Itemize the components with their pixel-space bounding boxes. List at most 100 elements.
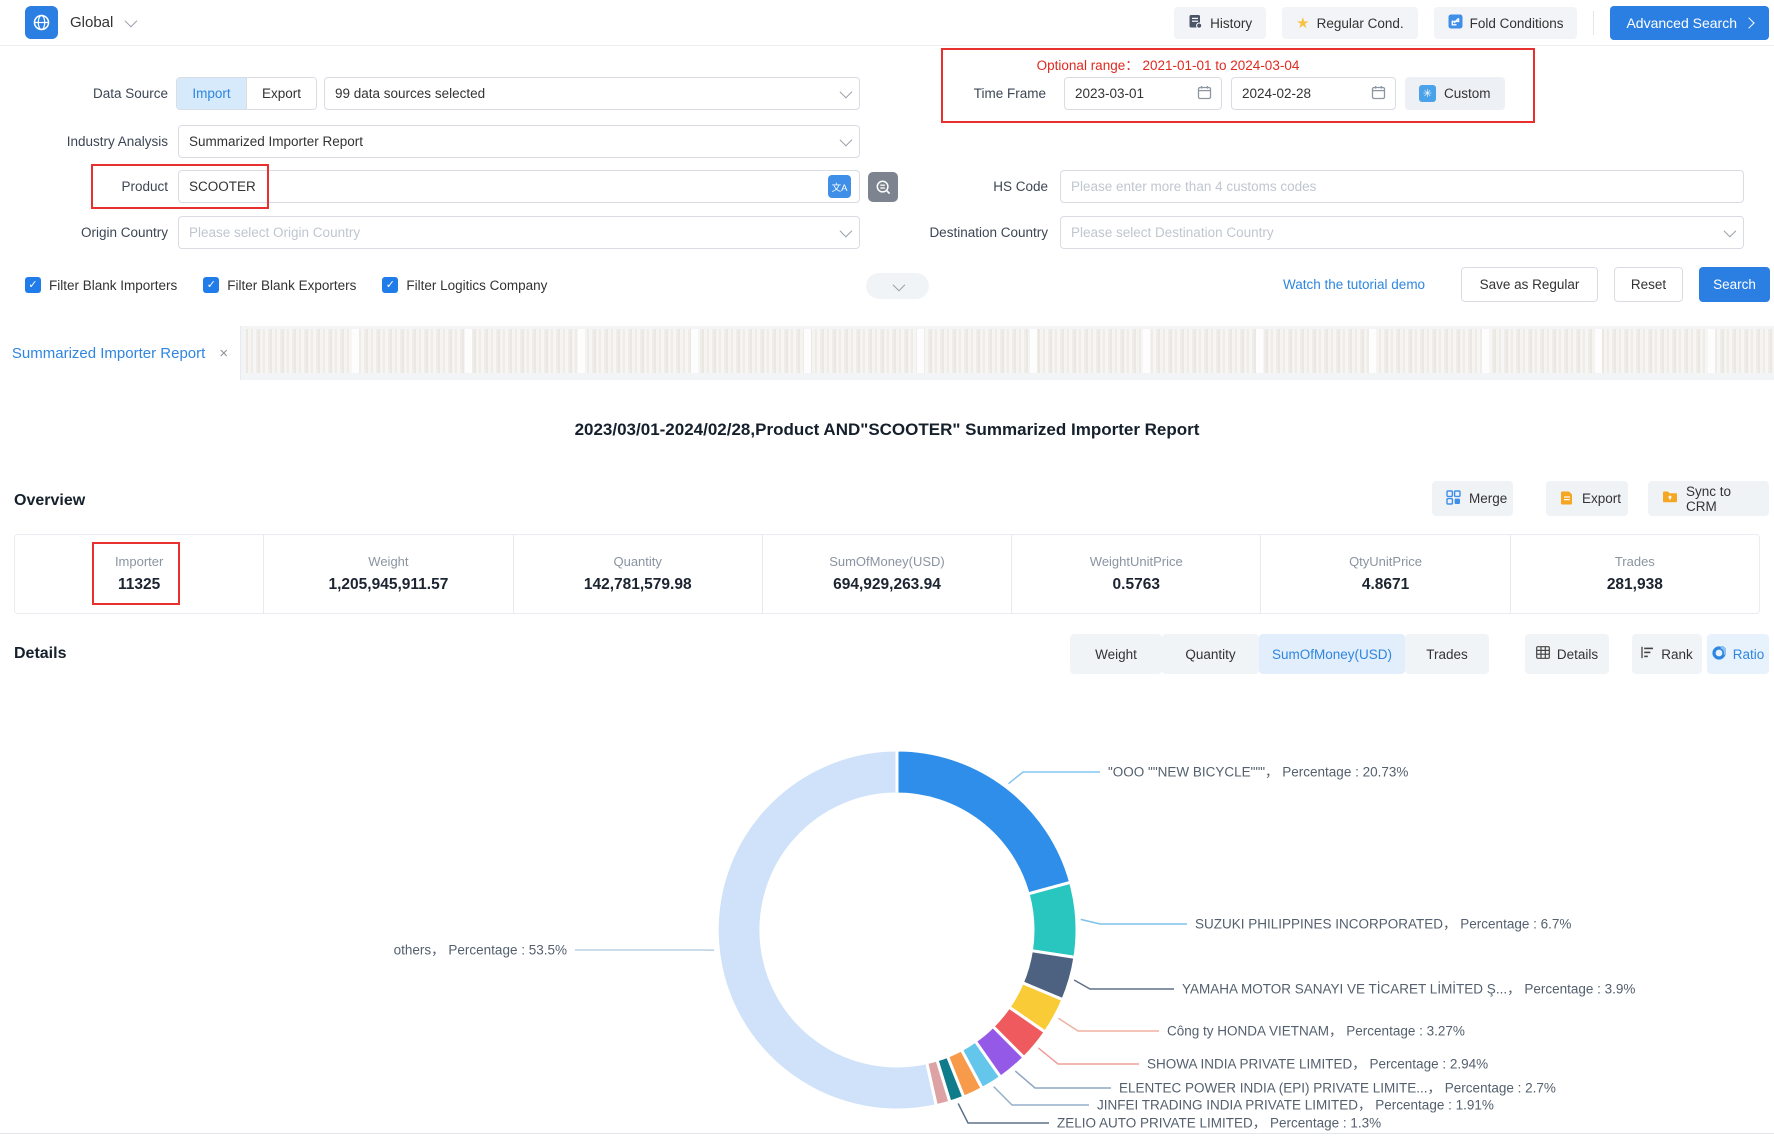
chart-label-0: "OOO ""NEW BICYCLE"""， Percentage : 20.7… — [1108, 765, 1408, 780]
details-heading: Details — [14, 645, 66, 663]
merge-button[interactable]: Merge — [1432, 481, 1513, 516]
checkbox-label: Filter Blank Exporters — [227, 278, 356, 293]
origin-country-select[interactable]: Please select Origin Country — [178, 216, 860, 249]
view-tab-details[interactable]: Details — [1525, 634, 1609, 674]
chart-label-3: Công ty HONDA VIETNAM， Percentage : 3.27… — [1167, 1024, 1465, 1039]
view-tab-label: Rank — [1661, 647, 1693, 662]
tab-summarized-importer-report[interactable]: Summarized Importer Report × — [0, 326, 241, 380]
stat-weight: Weight 1,205,945,911.57 — [263, 535, 512, 613]
chart-leader-line-3 — [1058, 1018, 1159, 1031]
advanced-search-button[interactable]: Advanced Search — [1610, 6, 1769, 40]
search-button[interactable]: Search — [1699, 267, 1770, 302]
view-tab-ratio[interactable]: Ratio — [1707, 634, 1769, 674]
checkbox-filter-logitics-company[interactable]: ✓ Filter Logitics Company — [382, 277, 547, 293]
filter-checkbox-row: ✓ Filter Blank Importers ✓ Filter Blank … — [25, 277, 547, 293]
stat-label: Quantity — [613, 554, 661, 569]
exact-match-search-icon[interactable] — [868, 172, 898, 202]
translate-icon[interactable]: 文A — [828, 175, 851, 198]
chevron-down-icon — [1724, 225, 1737, 238]
donut-slice-1[interactable] — [1028, 882, 1077, 957]
sync-to-crm-button[interactable]: Sync to CRM — [1648, 481, 1769, 516]
chart-label-4: SHOWA INDIA PRIVATE LIMITED， Percentage … — [1147, 1057, 1488, 1072]
chart-label-6: JINFEI TRADING INDIA PRIVATE LIMITED， Pe… — [1097, 1098, 1494, 1113]
collapse-conditions-button[interactable] — [866, 273, 929, 299]
industry-analysis-value: Summarized Importer Report — [179, 134, 840, 149]
stat-label: SumOfMoney(USD) — [829, 554, 945, 569]
stat-value: 0.5763 — [1113, 576, 1160, 594]
time-frame-label: Time Frame — [898, 77, 1046, 110]
tab-title: Summarized Importer Report — [12, 345, 205, 362]
stat-value: 4.8671 — [1362, 576, 1409, 594]
region-selector[interactable]: Global — [25, 6, 134, 39]
app-root: Global History ★ Regular Cond. Fold Cond… — [0, 0, 1774, 1139]
checkbox-filter-blank-exporters[interactable]: ✓ Filter Blank Exporters — [203, 277, 356, 293]
export-button[interactable]: Export — [1546, 481, 1628, 516]
import-tab[interactable]: Import — [177, 78, 246, 109]
report-title: 2023/03/01-2024/02/28,Product AND"SCOOTE… — [0, 420, 1774, 440]
export-label: Export — [1582, 491, 1621, 506]
fold-conditions-label: Fold Conditions — [1470, 16, 1564, 31]
metric-tab-weight[interactable]: Weight — [1070, 634, 1162, 674]
divider — [1593, 11, 1594, 35]
close-icon[interactable]: × — [219, 345, 228, 362]
chevron-right-icon — [1743, 17, 1754, 28]
destination-country-placeholder: Please select Destination Country — [1061, 225, 1724, 240]
regular-cond-button[interactable]: ★ Regular Cond. — [1282, 7, 1418, 39]
custom-range-button[interactable]: ✳ Custom — [1405, 77, 1505, 110]
data-source-toggle: Import Export — [176, 77, 317, 110]
date-from-input[interactable]: 2023-03-01 — [1064, 77, 1222, 110]
stat-label: Trades — [1615, 554, 1655, 569]
export-tab[interactable]: Export — [246, 78, 316, 109]
checkbox-filter-blank-importers[interactable]: ✓ Filter Blank Importers — [25, 277, 177, 293]
chevron-down-icon — [125, 15, 138, 28]
chart-leader-line-4 — [1038, 1048, 1139, 1064]
tutorial-demo-link[interactable]: Watch the tutorial demo — [1283, 277, 1425, 292]
donut-slice-10[interactable] — [717, 750, 936, 1110]
importer-ratio-donut-chart: "OOO ""NEW BICYCLE"""， Percentage : 20.7… — [0, 690, 1774, 1139]
industry-analysis-select[interactable]: Summarized Importer Report — [178, 125, 860, 158]
stat-label: QtyUnitPrice — [1349, 554, 1422, 569]
date-to-input[interactable]: 2024-02-28 — [1231, 77, 1396, 110]
checkbox-checked-icon: ✓ — [25, 277, 41, 293]
reset-button[interactable]: Reset — [1614, 267, 1683, 302]
checkbox-checked-icon: ✓ — [203, 277, 219, 293]
history-button[interactable]: History — [1174, 7, 1266, 39]
top-bar: Global History ★ Regular Cond. Fold Cond… — [0, 0, 1774, 46]
product-input[interactable] — [178, 170, 860, 203]
stat-importer: Importer 11325 — [15, 535, 263, 613]
merge-label: Merge — [1469, 491, 1507, 506]
history-label: History — [1210, 16, 1252, 31]
chart-label-2: YAMAHA MOTOR SANAYI VE TİCARET LİMİTED Ş… — [1182, 982, 1635, 997]
view-tab-rank[interactable]: Rank — [1632, 634, 1702, 674]
stat-trades: Trades 281,938 — [1510, 535, 1759, 613]
metric-tab-trades[interactable]: Trades — [1405, 634, 1489, 674]
metric-tab-sum-of-money[interactable]: SumOfMoney(USD) — [1259, 634, 1405, 674]
stat-qty-unit-price: QtyUnitPrice 4.8671 — [1260, 535, 1509, 613]
custom-icon: ✳ — [1419, 85, 1436, 102]
product-label: Product — [0, 170, 168, 203]
blurred-tabs — [246, 329, 1774, 373]
origin-country-placeholder: Please select Origin Country — [179, 225, 840, 240]
destination-country-select[interactable]: Please select Destination Country — [1060, 216, 1744, 249]
stat-label: Importer — [115, 554, 163, 569]
export-file-icon — [1560, 490, 1574, 508]
checkbox-label: Filter Logitics Company — [406, 278, 547, 293]
report-tab-strip: Summarized Importer Report × — [0, 326, 1774, 380]
save-as-regular-button[interactable]: Save as Regular — [1461, 267, 1598, 302]
calendar-icon — [1371, 85, 1386, 103]
date-to-value: 2024-02-28 — [1232, 86, 1371, 101]
industry-analysis-label: Industry Analysis — [0, 125, 168, 158]
metric-tab-quantity[interactable]: Quantity — [1162, 634, 1259, 674]
globe-icon — [25, 6, 58, 39]
section-divider — [0, 1133, 1774, 1134]
calendar-icon — [1197, 85, 1212, 103]
hs-code-input[interactable] — [1060, 170, 1744, 203]
fold-conditions-button[interactable]: Fold Conditions — [1434, 7, 1578, 39]
chart-label-1: SUZUKI PHILIPPINES INCORPORATED， Percent… — [1195, 917, 1571, 932]
destination-country-label: Destination Country — [860, 216, 1048, 249]
stat-value: 1,205,945,911.57 — [329, 576, 449, 594]
origin-country-label: Origin Country — [0, 216, 168, 249]
regular-cond-label: Regular Cond. — [1317, 16, 1404, 31]
data-sources-select[interactable]: 99 data sources selected — [324, 77, 860, 110]
region-label: Global — [70, 14, 113, 31]
